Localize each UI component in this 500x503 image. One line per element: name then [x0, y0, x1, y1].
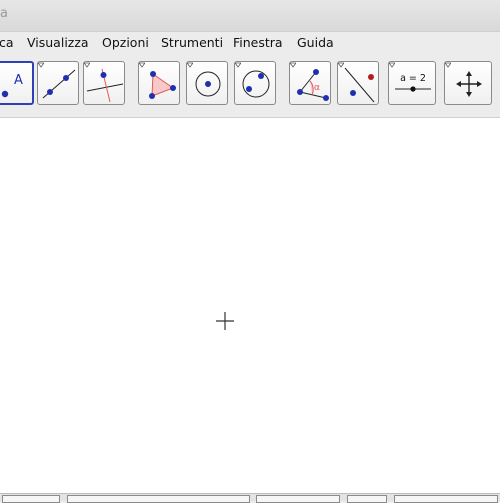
dropdown-triangle-icon [389, 62, 395, 68]
window-title: a [0, 6, 8, 21]
slider-icon: a = 2 [395, 73, 431, 92]
dropdown-triangle-icon [38, 62, 44, 68]
tool-circle-center-button[interactable] [186, 61, 228, 105]
tool-new-point-button[interactable]: A [0, 61, 34, 105]
dropdown-triangle-icon [235, 62, 241, 68]
tool-reflect-button[interactable] [337, 61, 379, 105]
polygon-icon [149, 71, 176, 99]
dropdown-triangle-icon [290, 62, 296, 68]
tool-polygon-button[interactable] [138, 61, 180, 105]
svg-text:A: A [14, 73, 23, 88]
menu-visualizza[interactable]: Visualizza [27, 35, 89, 50]
line-through-two-points-icon [42, 69, 76, 99]
toolbar: A α a = 2 [0, 54, 500, 116]
tool-perpendicular-button[interactable] [83, 61, 125, 105]
tool-move-view-button[interactable] [444, 61, 492, 105]
crosshair-cursor-icon [216, 312, 234, 330]
tool-angle-button[interactable]: α [289, 61, 331, 105]
command-list[interactable] [394, 495, 498, 503]
tool-circle-three-points-button[interactable] [234, 61, 276, 105]
graphics-view[interactable] [0, 117, 500, 494]
input-field[interactable] [67, 495, 250, 503]
move-graphics-view-icon [456, 71, 482, 97]
tool-slider-button[interactable]: a = 2 [388, 61, 436, 105]
dropdown-triangle-icon [445, 62, 451, 68]
dropdown-triangle-icon [139, 62, 145, 68]
slider-label: a = 2 [400, 73, 426, 84]
menu-grafica[interactable]: ca [0, 35, 14, 50]
reflect-about-line-icon [344, 67, 375, 103]
menu-opzioni[interactable]: Opzioni [102, 35, 149, 50]
input-bar-label-area [2, 495, 60, 503]
svg-text:α: α [314, 83, 320, 93]
symbol-dropdown[interactable] [256, 495, 340, 503]
dropdown-triangle-icon [187, 62, 193, 68]
title-bar: a [0, 0, 500, 32]
menu-finestra[interactable]: Finestra [233, 35, 283, 50]
menu-bar: ca Visualizza Opzioni Strumenti Finestra… [0, 32, 500, 53]
dropdown-triangle-icon [84, 62, 90, 68]
new-point-icon: A [1, 73, 23, 98]
circle-through-three-points-icon [242, 70, 270, 98]
command-dropdown[interactable] [347, 495, 387, 503]
tool-line-button[interactable] [37, 61, 79, 105]
menu-guida[interactable]: Guida [297, 35, 334, 50]
angle-icon: α [297, 69, 329, 101]
menu-strumenti[interactable]: Strumenti [161, 35, 223, 50]
circle-with-center-icon [195, 71, 221, 97]
dropdown-triangle-icon [338, 62, 344, 68]
perpendicular-line-icon [86, 68, 124, 103]
